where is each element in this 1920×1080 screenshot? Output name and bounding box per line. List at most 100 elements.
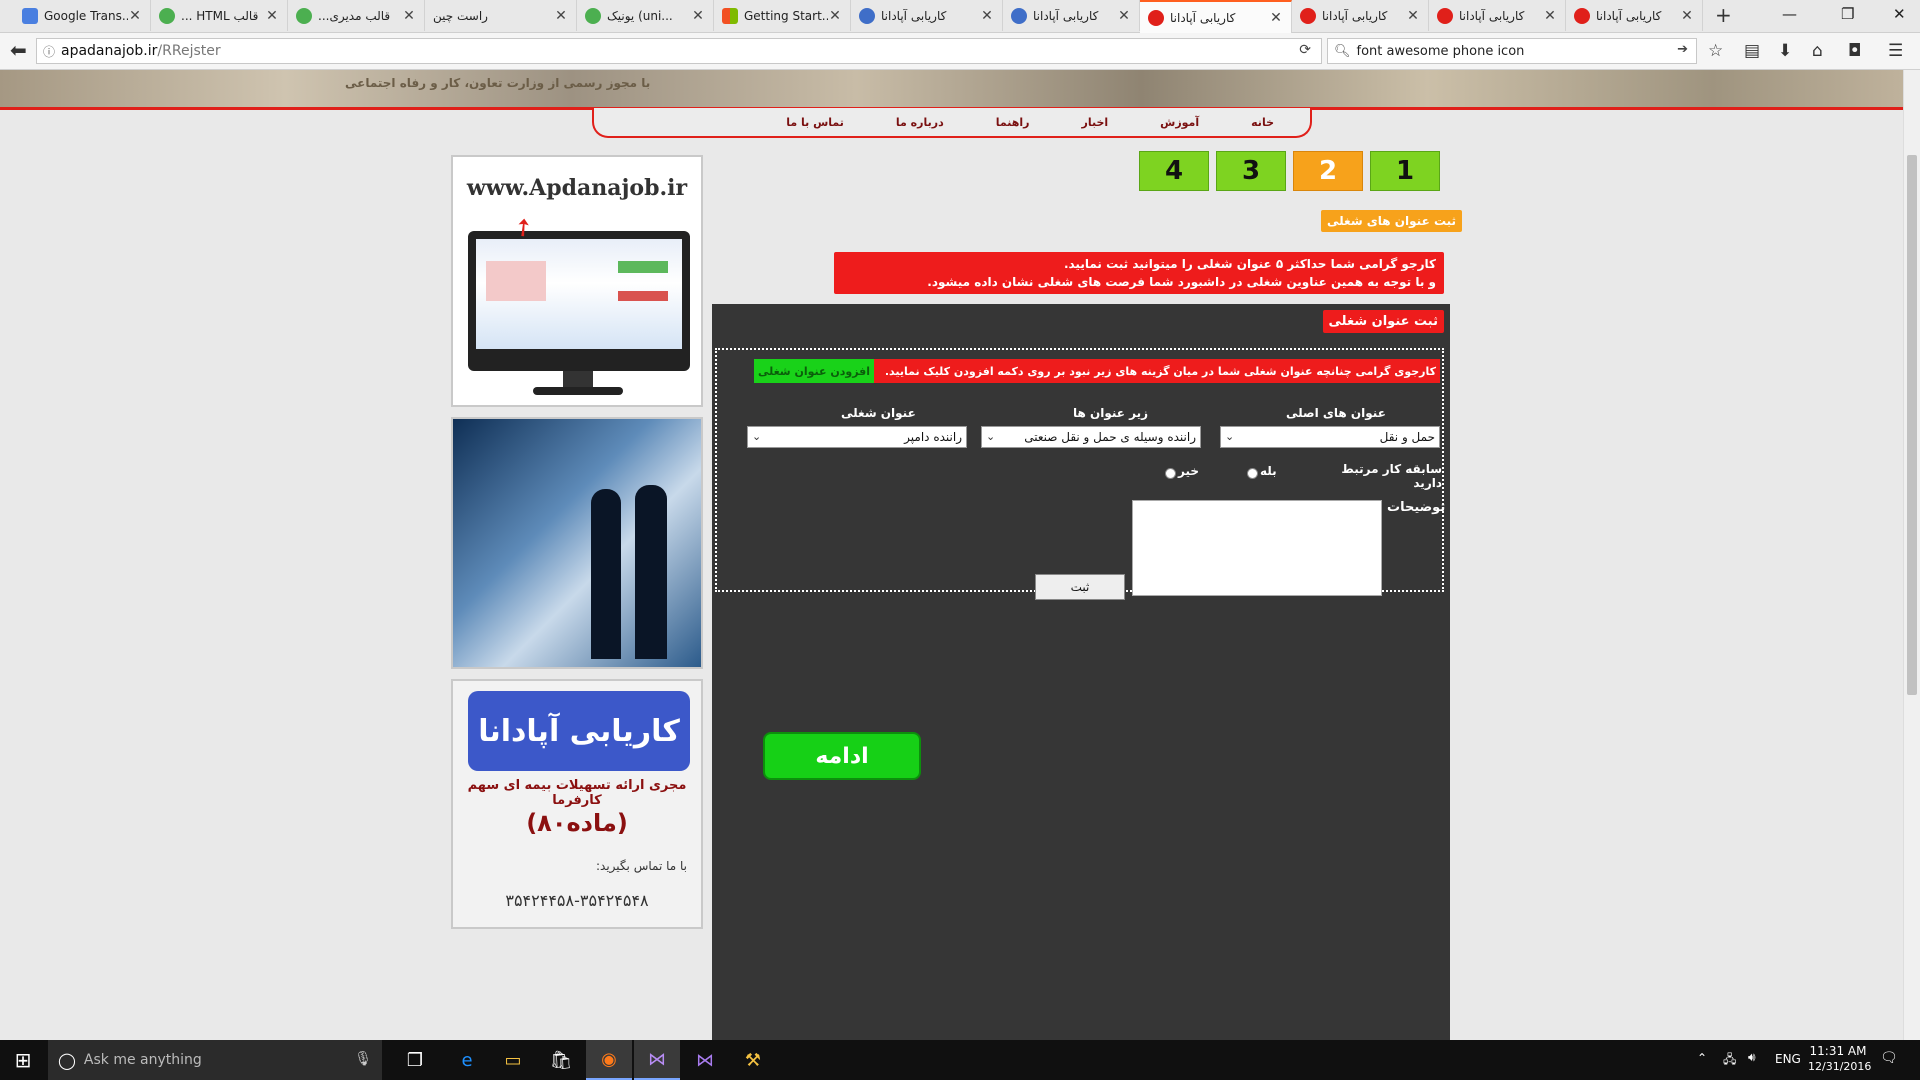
close-tab-icon[interactable]: ✕ xyxy=(128,8,142,24)
browser-tab-active[interactable]: کاریابی آپادانا ✕ xyxy=(1140,0,1292,33)
hamburger-menu-icon[interactable]: ☰ xyxy=(1888,41,1903,61)
maximize-window-icon[interactable]: ❐ xyxy=(1841,5,1854,23)
search-go-arrow-icon[interactable]: ➔ xyxy=(1677,42,1688,57)
page-scrollbar[interactable] xyxy=(1903,70,1920,1040)
browser-tab[interactable]: کاریابی آپادانا ✕ xyxy=(1429,0,1566,31)
reading-list-icon[interactable]: ▤ xyxy=(1744,41,1760,61)
close-tab-icon[interactable]: ✕ xyxy=(265,8,279,24)
insurance-promo-box[interactable]: کاریابی آپادانا مجری ارائه تسهیلات بیمه … xyxy=(451,679,703,929)
job-title-value: راننده دامپر xyxy=(904,430,962,444)
tab-title: یونیک (uni... xyxy=(607,8,673,23)
step-1[interactable]: 1 xyxy=(1370,151,1440,191)
browser-tab[interactable]: Google Trans... ✕ xyxy=(14,0,151,31)
clock[interactable]: 11:31 AM 12/31/2016 xyxy=(1808,1044,1872,1073)
home-icon[interactable]: ⌂ xyxy=(1812,41,1823,61)
microphone-icon[interactable]: 🎙︎ xyxy=(354,1051,372,1067)
sub-titles-select[interactable]: راننده وسیله ی حمل و نقل صنعتی ⌄ xyxy=(981,426,1201,448)
chevron-down-icon: ⌄ xyxy=(986,430,996,443)
reload-icon[interactable]: ⟳ xyxy=(1299,42,1311,58)
tools-icon[interactable]: ⚒ xyxy=(730,1040,776,1080)
menu-item-contact[interactable]: تماس با ما xyxy=(786,116,844,129)
site-ad-box[interactable]: www.Apdanajob.ir ➚ xyxy=(451,155,703,407)
step-3[interactable]: 3 xyxy=(1216,151,1286,191)
continue-button[interactable]: ادامه xyxy=(763,732,921,780)
address-bar[interactable]: ⓘ apadanajob.ir/RRejster ⟳ xyxy=(36,38,1322,64)
visual-studio-icon[interactable]: ⋈ xyxy=(634,1040,680,1080)
monitor-image xyxy=(468,231,690,371)
experience-yes-radio[interactable] xyxy=(1247,468,1258,479)
menu-item-news[interactable]: اخبار xyxy=(1081,116,1108,129)
submit-button[interactable]: ثبت xyxy=(1035,574,1125,600)
close-tab-icon[interactable]: ✕ xyxy=(691,8,705,24)
menu-item-education[interactable]: آموزش xyxy=(1160,116,1199,129)
firefox-icon[interactable]: ◉ xyxy=(586,1040,632,1080)
task-view-icon[interactable]: ❐ xyxy=(392,1040,438,1080)
close-tab-icon[interactable]: ✕ xyxy=(980,8,994,24)
close-tab-icon[interactable]: ✕ xyxy=(554,8,568,24)
contact-phones: ۳۵۴۲۴۴۵۸-۳۵۴۲۴۵۴۸ xyxy=(505,891,649,910)
close-tab-icon[interactable]: ✕ xyxy=(1117,8,1131,24)
info-icon[interactable]: ⓘ xyxy=(43,43,55,60)
experience-yes-label: بله xyxy=(1260,464,1277,478)
site-favicon-icon xyxy=(1574,7,1590,24)
monitor-stand xyxy=(563,371,593,387)
close-window-icon[interactable]: ✕ xyxy=(1893,5,1906,23)
pocket-icon[interactable]: ◘ xyxy=(1848,41,1861,61)
notice-line-1: کارجو گرامی شما حداکثر ۵ عنوان شغلی را م… xyxy=(1063,257,1436,271)
language-indicator[interactable]: ENG xyxy=(1775,1052,1801,1066)
scrollbar-thumb[interactable] xyxy=(1907,155,1917,695)
close-tab-icon[interactable]: ✕ xyxy=(1406,8,1420,24)
windows-start-icon[interactable]: ⊞ xyxy=(0,1040,46,1080)
step-4[interactable]: 4 xyxy=(1139,151,1209,191)
browser-tab[interactable]: کاریابی آپادانا ✕ xyxy=(1566,0,1703,31)
store-icon[interactable]: 🛍︎ xyxy=(538,1040,584,1080)
tab-title: کاریابی آپادانا xyxy=(1596,8,1662,23)
menu-item-about[interactable]: درباره ما xyxy=(896,116,944,129)
main-titles-select[interactable]: حمل و نقل ⌄ xyxy=(1220,426,1440,448)
search-input[interactable]: font awesome phone icon xyxy=(1357,44,1525,59)
chevron-down-icon: ⌄ xyxy=(1225,430,1235,443)
network-icon[interactable]: 🖧︎ xyxy=(1723,1050,1736,1071)
limit-notice: کارجو گرامی شما حداکثر ۵ عنوان شغلی را م… xyxy=(834,252,1444,294)
notice-line-2: و با توجه به همین عناوین شغلی در داشبورد… xyxy=(927,275,1436,289)
clock-date: 12/31/2016 xyxy=(1808,1060,1872,1073)
close-tab-icon[interactable]: ✕ xyxy=(1543,8,1557,24)
tab-title: Google Trans... xyxy=(44,8,128,23)
browser-tab[interactable]: راست چین ✕ xyxy=(425,0,577,31)
close-tab-icon[interactable]: ✕ xyxy=(1680,8,1694,24)
close-tab-icon[interactable]: ✕ xyxy=(1269,10,1283,26)
tab-title: قالب HTML ... xyxy=(181,8,259,23)
description-textarea[interactable] xyxy=(1132,500,1382,596)
job-title-select[interactable]: راننده دامپر ⌄ xyxy=(747,426,967,448)
browser-tab[interactable]: یونیک (uni... ✕ xyxy=(577,0,714,31)
back-arrow-icon[interactable]: ⬅ xyxy=(10,38,27,62)
cortana-search-box[interactable]: ◯ Ask me anything 🎙︎ xyxy=(48,1040,382,1080)
main-titles-value: حمل و نقل xyxy=(1379,430,1435,444)
menu-item-guide[interactable]: راهنما xyxy=(996,116,1030,129)
url-host: apadanajob.ir xyxy=(61,43,158,59)
edge-browser-icon[interactable]: e xyxy=(444,1040,490,1080)
step-2-current[interactable]: 2 xyxy=(1293,151,1363,191)
visual-studio-alt-icon[interactable]: ⋈ xyxy=(682,1040,728,1080)
browser-tab[interactable]: قالب مدیری... ✕ xyxy=(288,0,425,31)
add-job-title-button[interactable]: افزودن عنوان شغلی xyxy=(754,359,874,383)
browser-tab[interactable]: کاریابی آپادانا ✕ xyxy=(851,0,1003,31)
minimize-window-icon[interactable]: — xyxy=(1782,5,1797,23)
new-tab-button[interactable]: + xyxy=(1715,3,1732,27)
menu-item-home[interactable]: خانه xyxy=(1251,116,1274,129)
browser-tab[interactable]: کاریابی آپادانا ✕ xyxy=(1292,0,1429,31)
close-tab-icon[interactable]: ✕ xyxy=(828,8,842,24)
close-tab-icon[interactable]: ✕ xyxy=(402,8,416,24)
search-bar[interactable]: 🔍︎ font awesome phone icon ➔ xyxy=(1327,38,1697,64)
tab-title: کاریابی آپادانا xyxy=(1459,8,1525,23)
file-explorer-icon[interactable]: ▭ xyxy=(490,1040,536,1080)
action-center-icon[interactable]: 🗨︎ xyxy=(1880,1050,1898,1066)
browser-tab[interactable]: قالب HTML ... ✕ xyxy=(151,0,288,31)
browser-tab[interactable]: Getting Start... ✕ xyxy=(714,0,851,31)
bookmark-star-icon[interactable]: ☆ xyxy=(1708,41,1723,61)
tray-chevron-up-icon[interactable]: ⌃ xyxy=(1697,1051,1707,1065)
experience-no-radio[interactable] xyxy=(1165,468,1176,479)
volume-icon[interactable]: 🔊︎ xyxy=(1748,1050,1756,1065)
browser-tab[interactable]: کاریابی آپادانا ✕ xyxy=(1003,0,1140,31)
downloads-icon[interactable]: ⬇ xyxy=(1778,41,1792,61)
